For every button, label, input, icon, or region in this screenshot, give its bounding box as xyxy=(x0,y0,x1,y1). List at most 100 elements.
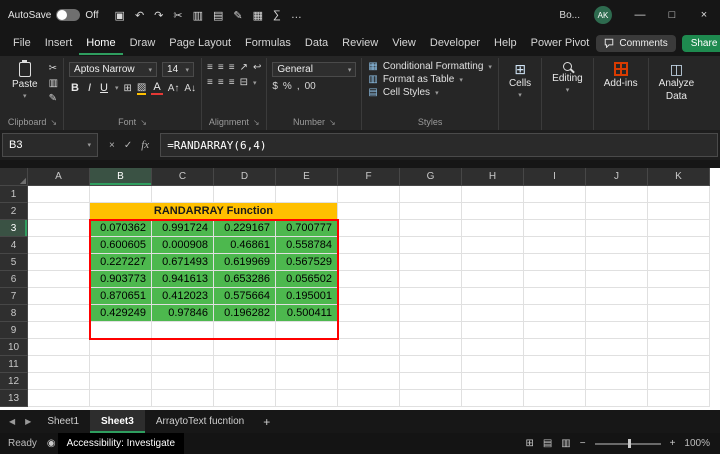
dialog-launcher-icon[interactable]: ↘ xyxy=(329,118,336,127)
copy-icon[interactable]: ▥ xyxy=(49,78,58,89)
row-header-1[interactable]: 1 xyxy=(0,186,28,203)
cell-I10[interactable] xyxy=(524,339,586,356)
cell-B8[interactable]: 0.429249 xyxy=(90,305,152,322)
row-header-9[interactable]: 9 xyxy=(0,322,28,339)
decimal-buttons[interactable]: 00 xyxy=(305,81,316,92)
align-bottom-button[interactable]: ≡ xyxy=(229,62,235,73)
cell-E13[interactable] xyxy=(276,390,338,407)
name-box[interactable]: B3 ▾ xyxy=(2,133,98,157)
cell-C12[interactable] xyxy=(152,373,214,390)
zoom-out-button[interactable]: − xyxy=(580,438,586,449)
cell-H4[interactable] xyxy=(462,237,524,254)
cell-H13[interactable] xyxy=(462,390,524,407)
row-header-7[interactable]: 7 xyxy=(0,288,28,305)
cell-styles-button[interactable]: ▤ Cell Styles ▾ xyxy=(367,86,493,99)
column-header-I[interactable]: I xyxy=(524,168,586,186)
cell-I13[interactable] xyxy=(524,390,586,407)
cell-I5[interactable] xyxy=(524,254,586,271)
cell-J7[interactable] xyxy=(586,288,648,305)
cell-A2[interactable] xyxy=(28,203,90,220)
new-sheet-button[interactable]: + xyxy=(255,410,278,433)
cell-C11[interactable] xyxy=(152,356,214,373)
editing-button[interactable]: Editing ▾ xyxy=(547,60,588,96)
cell-D3[interactable]: 0.229167 xyxy=(214,220,276,237)
cell-E9[interactable] xyxy=(276,322,338,339)
formula-input[interactable]: =RANDARRAY(6,4) xyxy=(160,133,718,157)
cell-A5[interactable] xyxy=(28,254,90,271)
cell-A7[interactable] xyxy=(28,288,90,305)
zoom-in-button[interactable]: + xyxy=(670,438,676,449)
cell-J9[interactable] xyxy=(586,322,648,339)
shrink-font-button[interactable]: A↓ xyxy=(184,83,196,94)
cell-D1[interactable] xyxy=(214,186,276,203)
cell-A4[interactable] xyxy=(28,237,90,254)
cell-F5[interactable] xyxy=(338,254,400,271)
cell-D8[interactable]: 0.196282 xyxy=(214,305,276,322)
cell-E6[interactable]: 0.056502 xyxy=(276,271,338,288)
column-header-B[interactable]: B xyxy=(90,168,152,186)
row-header-8[interactable]: 8 xyxy=(0,305,28,322)
enter-icon[interactable]: ✓ xyxy=(124,140,132,151)
format-painter-icon[interactable]: ✎ xyxy=(233,9,242,22)
cell-H11[interactable] xyxy=(462,356,524,373)
cell-J2[interactable] xyxy=(586,203,648,220)
align-left-button[interactable]: ≡ xyxy=(207,77,213,88)
cell-F3[interactable] xyxy=(338,220,400,237)
sheet-tab-arraytotext-fucntion[interactable]: ArraytoText fucntion xyxy=(145,410,255,433)
cell-B13[interactable] xyxy=(90,390,152,407)
cell-C1[interactable] xyxy=(152,186,214,203)
cell-I4[interactable] xyxy=(524,237,586,254)
sheet-nav-right-icon[interactable]: ▶ xyxy=(20,410,36,433)
cell-B7[interactable]: 0.870651 xyxy=(90,288,152,305)
cancel-icon[interactable]: × xyxy=(109,140,115,151)
document-title[interactable]: Bo... xyxy=(559,10,580,21)
row-header-4[interactable]: 4 xyxy=(0,237,28,254)
dialog-launcher-icon[interactable]: ↘ xyxy=(253,118,260,127)
cell-F13[interactable] xyxy=(338,390,400,407)
tab-review[interactable]: Review xyxy=(335,32,385,55)
cell-D7[interactable]: 0.575664 xyxy=(214,288,276,305)
cell-D5[interactable]: 0.619969 xyxy=(214,254,276,271)
cell-B4[interactable]: 0.600605 xyxy=(90,237,152,254)
cell-K10[interactable] xyxy=(648,339,710,356)
cut-icon[interactable]: ✂ xyxy=(173,9,182,22)
cell-J8[interactable] xyxy=(586,305,648,322)
number-format-select[interactable]: General ▾ xyxy=(272,62,356,77)
row-header-10[interactable]: 10 xyxy=(0,339,28,356)
cell-K2[interactable] xyxy=(648,203,710,220)
cell-K7[interactable] xyxy=(648,288,710,305)
cell-G3[interactable] xyxy=(400,220,462,237)
cell-F7[interactable] xyxy=(338,288,400,305)
share-button[interactable]: Share ▾ xyxy=(682,35,720,52)
cell-F12[interactable] xyxy=(338,373,400,390)
cell-B6[interactable]: 0.903773 xyxy=(90,271,152,288)
cell-D9[interactable] xyxy=(214,322,276,339)
cell-J11[interactable] xyxy=(586,356,648,373)
cells-button[interactable]: ⊞ Cells ▾ xyxy=(504,60,536,101)
select-all-button[interactable]: ◢ xyxy=(0,168,28,186)
more-icon[interactable]: … xyxy=(291,9,302,21)
column-header-G[interactable]: G xyxy=(400,168,462,186)
cell-K3[interactable] xyxy=(648,220,710,237)
percent-style-button[interactable]: % xyxy=(283,81,292,92)
cell-H8[interactable] xyxy=(462,305,524,322)
cell-E1[interactable] xyxy=(276,186,338,203)
cell-H1[interactable] xyxy=(462,186,524,203)
cell-H12[interactable] xyxy=(462,373,524,390)
close-button[interactable]: × xyxy=(688,0,720,30)
sheet-tab-sheet1[interactable]: Sheet1 xyxy=(36,410,90,433)
cell-J3[interactable] xyxy=(586,220,648,237)
cell-B3[interactable]: 0.070362 xyxy=(90,220,152,237)
cell-H9[interactable] xyxy=(462,322,524,339)
banner-cell-B2[interactable]: RANDARRAY Function xyxy=(90,203,338,220)
dialog-launcher-icon[interactable]: ↘ xyxy=(140,118,147,127)
tab-formulas[interactable]: Formulas xyxy=(238,32,298,55)
cell-G13[interactable] xyxy=(400,390,462,407)
cell-F2[interactable] xyxy=(338,203,400,220)
paste-button[interactable]: Paste ▾ xyxy=(7,60,43,102)
cell-C13[interactable] xyxy=(152,390,214,407)
cell-D10[interactable] xyxy=(214,339,276,356)
cell-A13[interactable] xyxy=(28,390,90,407)
cell-J13[interactable] xyxy=(586,390,648,407)
cell-G6[interactable] xyxy=(400,271,462,288)
